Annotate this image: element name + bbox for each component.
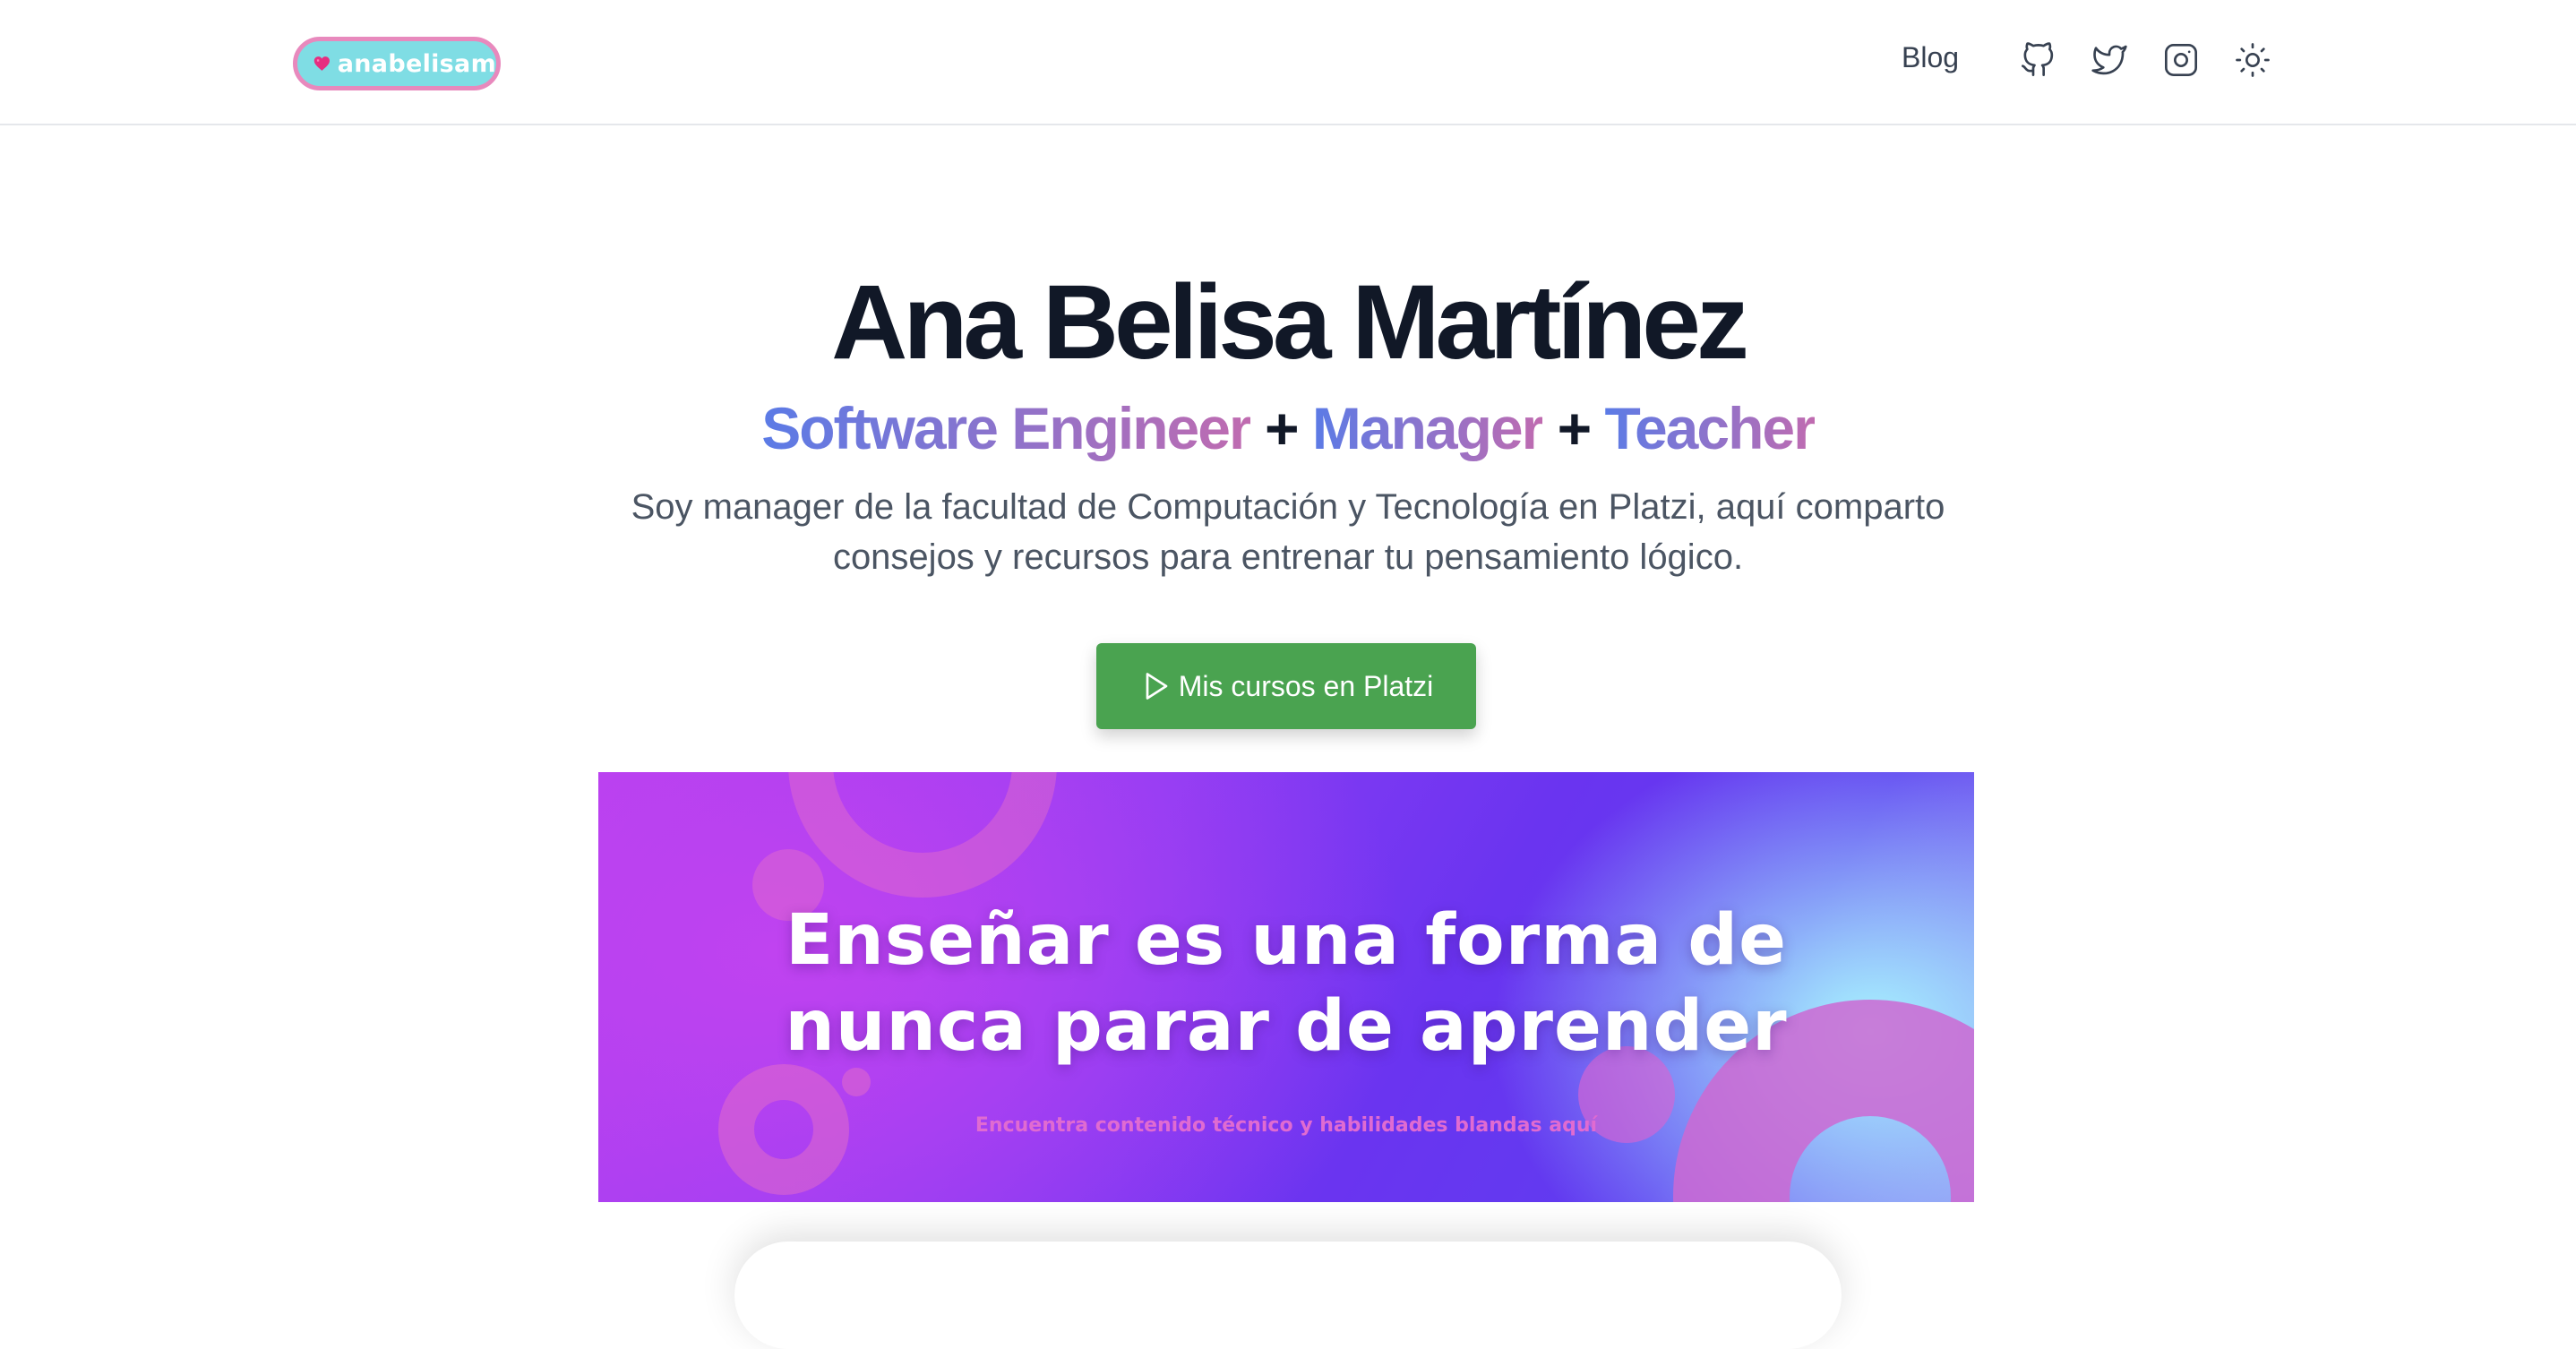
github-icon [2022, 42, 2054, 76]
hero-name: Ana Belisa Martínez [831, 263, 1749, 382]
role-software-engineer: Software Engineer [761, 395, 1251, 461]
plus-separator: + [1265, 395, 1300, 461]
banner-headline-line-1: Enseñar es una forma de [785, 900, 1788, 981]
hero-roles: Software Engineer + Manager + Teacher [0, 392, 2576, 464]
instagram-icon [2165, 44, 2197, 76]
description-line-2: consejos y recursos para entrenar tu pen… [832, 537, 1744, 577]
twitter-link[interactable] [2091, 42, 2127, 78]
banner-headline: Enseñar es una forma de nunca parar de a… [598, 898, 1974, 1070]
decorative-ring [788, 772, 1057, 898]
logo-text: anabelisam [337, 49, 496, 78]
theme-toggle-button[interactable] [2235, 42, 2271, 78]
platzi-courses-button[interactable]: Mis cursos en Platzi [1096, 643, 1476, 729]
teaching-banner: Enseñar es una forma de nunca parar de a… [598, 772, 1974, 1202]
github-link[interactable] [2020, 42, 2056, 78]
nav-blog-link[interactable]: Blog [1902, 41, 1959, 74]
banner-headline-line-2: nunca parar de aprender [785, 986, 1788, 1067]
play-icon [1139, 670, 1172, 702]
site-logo-link[interactable]: anabelisam [293, 37, 501, 90]
cta-label: Mis cursos en Platzi [1178, 669, 1434, 702]
twitter-icon [2091, 45, 2127, 75]
description-line-1: Soy manager de la facultad de Computació… [631, 487, 1945, 527]
banner-subtext: Encuentra contenido técnico y habilidade… [975, 1114, 1598, 1137]
instagram-link[interactable] [2163, 42, 2199, 78]
plus-separator: + [1557, 395, 1593, 461]
hero-description: Soy manager de la facultad de Computació… [0, 482, 2576, 582]
role-teacher: Teacher [1604, 395, 1816, 461]
top-navbar: anabelisam Blog [0, 0, 2576, 125]
sun-icon [2236, 43, 2270, 77]
role-manager: Manager [1311, 395, 1544, 461]
decorative-dot [842, 1068, 871, 1096]
next-section-card [734, 1242, 1842, 1349]
heart-icon [313, 56, 330, 71]
